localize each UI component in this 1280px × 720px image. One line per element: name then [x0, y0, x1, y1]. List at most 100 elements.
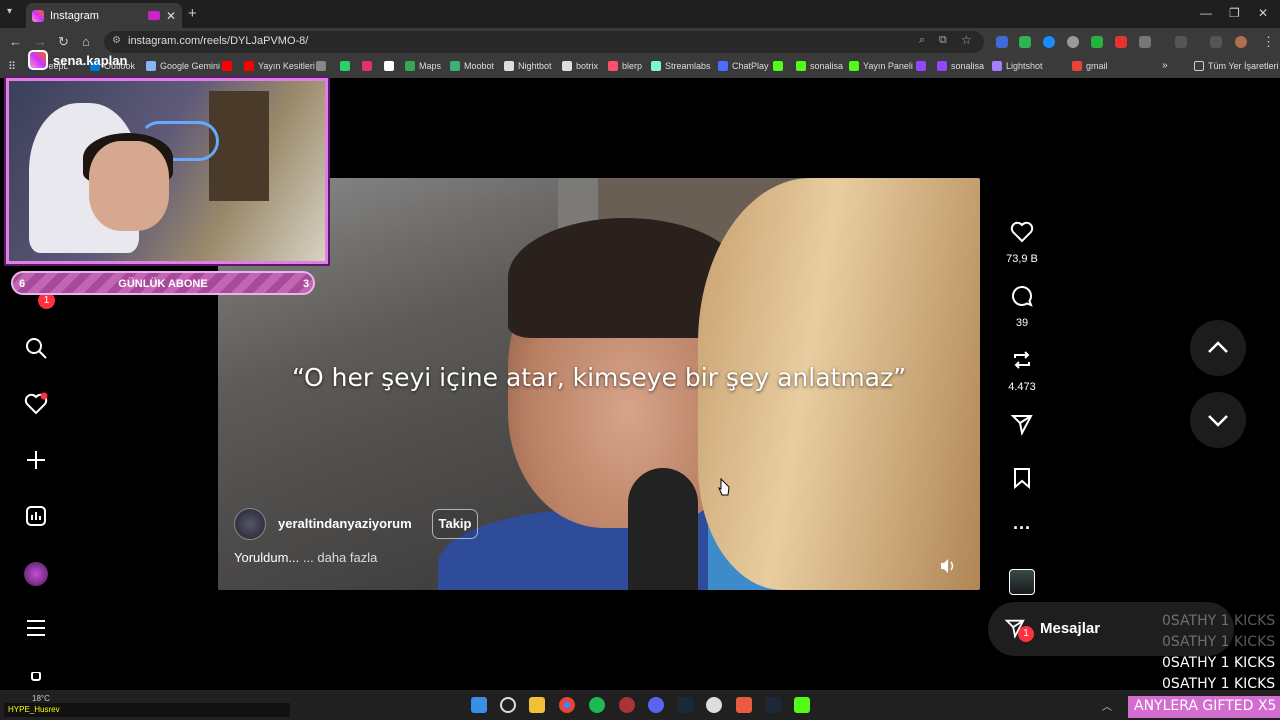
- bookmark-item[interactable]: Yayın Paneli: [849, 61, 913, 71]
- bookmark-item[interactable]: [340, 61, 354, 71]
- bookmark-star-icon[interactable]: ☆: [961, 33, 972, 47]
- dashboard-icon[interactable]: [24, 504, 48, 528]
- file-explorer-icon[interactable]: [529, 697, 545, 713]
- app-icon[interactable]: [736, 697, 752, 713]
- audio-thumbnail[interactable]: [1009, 569, 1035, 595]
- profile-avatar[interactable]: [1235, 36, 1247, 48]
- bookmark-item[interactable]: botrix: [562, 61, 598, 71]
- reel-video-player[interactable]: “O her şeyi içine atar, kimseye bir şey …: [218, 178, 980, 590]
- bookmark-item[interactable]: gmail: [1072, 61, 1108, 71]
- reading-list-icon[interactable]: [1210, 36, 1222, 48]
- profile-switch-icon[interactable]: [1175, 36, 1187, 48]
- caption-text: Yoruldum...: [234, 550, 300, 565]
- bookmark-item[interactable]: [222, 61, 236, 71]
- bookmark-item[interactable]: [773, 61, 787, 71]
- zoom-icon[interactable]: ⌕: [919, 34, 925, 47]
- extension-icon[interactable]: [1043, 36, 1055, 48]
- extensions-puzzle-icon[interactable]: [1139, 36, 1151, 48]
- tab-close-icon[interactable]: ✕: [166, 9, 176, 23]
- kick-icon[interactable]: [794, 697, 810, 713]
- bookmark-favicon-icon: [384, 61, 394, 71]
- notifications-heart-icon[interactable]: [24, 392, 48, 416]
- bookmark-item[interactable]: [916, 61, 930, 71]
- author-username[interactable]: yeraltindanyaziyorum: [278, 516, 412, 531]
- shield-icon[interactable]: [1091, 36, 1103, 48]
- all-bookmarks-folder[interactable]: Tüm Yer İşaretleri: [1194, 61, 1279, 71]
- tab-search-icon[interactable]: ▾: [7, 6, 12, 17]
- bookmark-favicon-icon: [1072, 61, 1082, 71]
- more-link[interactable]: ... daha fazla: [303, 550, 377, 565]
- next-reel-button[interactable]: [1190, 392, 1246, 448]
- window-close-icon[interactable]: ✕: [1258, 6, 1268, 20]
- site-info-icon[interactable]: ⚙: [112, 35, 121, 46]
- bookmark-item[interactable]: sonalisa: [937, 61, 984, 71]
- search-icon[interactable]: [24, 336, 48, 360]
- new-tab-button[interactable]: +: [188, 5, 197, 22]
- more-options-icon[interactable]: ···: [1004, 518, 1040, 539]
- comment-icon: [1012, 286, 1033, 307]
- bookmark-item[interactable]: [316, 61, 330, 71]
- previous-reel-button[interactable]: [1190, 320, 1246, 376]
- apps-grid-icon[interactable]: ⠿: [8, 60, 16, 73]
- extension-icon[interactable]: [1115, 36, 1127, 48]
- bookmark-item[interactable]: ChatPlay: [718, 61, 769, 71]
- bookmark-item[interactable]: Nightbot: [504, 61, 552, 71]
- start-icon[interactable]: [471, 697, 487, 713]
- extension-icon[interactable]: [1019, 36, 1031, 48]
- meta-apps-icon[interactable]: [24, 672, 48, 684]
- cast-icon[interactable]: ⧉: [939, 34, 947, 47]
- extension-icon[interactable]: [1067, 36, 1079, 48]
- app-icon[interactable]: [706, 697, 722, 713]
- save-button[interactable]: [1004, 466, 1040, 495]
- kick-alert: 0SATHY 1 KICKS: [1162, 655, 1276, 671]
- repost-button[interactable]: 4.473: [1004, 348, 1040, 393]
- comment-button[interactable]: 39: [1004, 284, 1040, 329]
- bookmark-item[interactable]: Moobot: [450, 61, 494, 71]
- extension-icon[interactable]: [996, 36, 1008, 48]
- bookmark-favicon-icon: [916, 61, 926, 71]
- bookmark-item[interactable]: sonalisa: [796, 61, 843, 71]
- profile-avatar[interactable]: [24, 562, 48, 586]
- more-bookmarks-icon[interactable]: »: [1162, 60, 1168, 71]
- browser-menu-icon[interactable]: ⋮: [1262, 34, 1275, 50]
- reload-icon[interactable]: ↻: [58, 34, 69, 50]
- bookmark-item[interactable]: Yayın Kesitleri: [244, 61, 315, 71]
- follow-button[interactable]: Takip: [432, 509, 478, 539]
- minimize-icon[interactable]: —: [1200, 6, 1212, 20]
- bookmark-item[interactable]: [384, 61, 398, 71]
- chrome-icon[interactable]: [559, 697, 575, 713]
- reel-caption: Yoruldum... ... daha fazla: [234, 550, 377, 565]
- browser-tab[interactable]: Instagram ✕: [26, 3, 182, 28]
- search-icon[interactable]: [500, 697, 516, 713]
- like-button[interactable]: 73,9 B: [1004, 220, 1040, 265]
- bookmark-favicon-icon: [405, 61, 415, 71]
- share-button[interactable]: [1004, 412, 1040, 441]
- home-icon[interactable]: ⌂: [82, 34, 90, 49]
- bookmark-item[interactable]: [362, 61, 376, 71]
- menu-hamburger-icon[interactable]: [24, 616, 48, 640]
- author-avatar[interactable]: [234, 508, 266, 540]
- tray-chevron-icon[interactable]: ︿: [1102, 698, 1112, 713]
- address-bar[interactable]: ⚙ instagram.com/reels/DYLJaPVMO-8/ ⌕ ⧉ ☆: [104, 31, 984, 53]
- forward-icon[interactable]: →: [34, 34, 47, 49]
- maximize-icon[interactable]: ❐: [1229, 6, 1240, 20]
- bookmark-label: sonalisa: [951, 61, 985, 71]
- discord-icon[interactable]: [648, 697, 664, 713]
- bookmark-favicon-icon: [651, 61, 661, 71]
- streamer-webcam: [6, 78, 328, 264]
- bookmark-item[interactable]: blerp: [608, 61, 642, 71]
- bookmark-item[interactable]: Lightshot: [992, 61, 1043, 71]
- create-plus-icon[interactable]: [24, 448, 48, 472]
- app-icon[interactable]: [619, 697, 635, 713]
- bookmark-item[interactable]: Google Gemini: [146, 61, 220, 71]
- bookmark-item[interactable]: Maps: [405, 61, 441, 71]
- volume-icon[interactable]: [938, 556, 958, 576]
- bookmark-favicon-icon: [316, 61, 326, 71]
- steam-icon[interactable]: [677, 697, 693, 713]
- bookmark-item[interactable]: Streamlabs: [651, 61, 711, 71]
- bookmarks-bar: ⠿ DeepL Outlook Google Gemini Yayın Kesitle…: [0, 56, 1280, 78]
- spotify-icon[interactable]: [589, 697, 605, 713]
- media-playing-icon[interactable]: [148, 11, 160, 20]
- steam-icon[interactable]: [765, 697, 781, 713]
- back-icon[interactable]: ←: [9, 34, 22, 49]
